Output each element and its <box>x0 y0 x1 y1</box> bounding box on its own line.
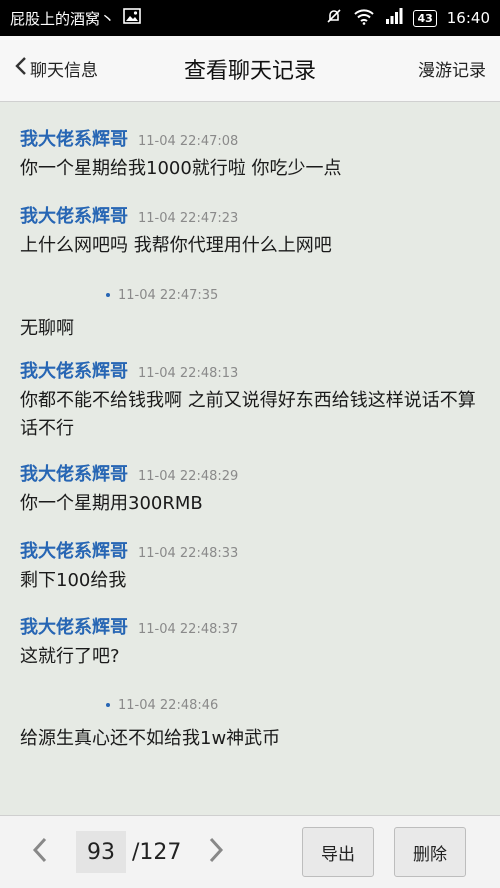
image-notification-icon <box>123 8 141 28</box>
message-text: 剩下100给我 <box>20 570 127 591</box>
notification-text: 屁股上的酒窝丶 <box>10 9 116 28</box>
message-text: 无聊啊 <box>20 318 74 339</box>
clock: 16:40 <box>446 9 490 27</box>
message-item: 我大佬系辉哥 11-04 22:48:37 这就行了吧? <box>20 613 480 671</box>
message-list[interactable]: 我大佬系辉哥 11-04 22:47:08 你一个星期给我1000就行啦 你吃少… <box>0 103 500 815</box>
message-time: 11-04 22:48:46 <box>118 697 219 713</box>
delete-button[interactable]: 删除 <box>394 827 466 877</box>
message-sender: 我大佬系辉哥 <box>20 206 128 227</box>
mute-icon <box>325 7 343 29</box>
message-time: 11-04 22:48:33 <box>138 546 239 561</box>
bottom-toolbar: /127 导出 删除 <box>0 815 500 888</box>
signal-icon <box>385 7 403 29</box>
self-marker-dot <box>106 293 110 297</box>
message-text: 给源生真心还不如给我1w神武币 <box>20 728 281 749</box>
message-text: 这就行了吧? <box>20 646 120 667</box>
message-time: 11-04 22:48:13 <box>138 366 239 381</box>
message-text: 你一个星期给我1000就行啦 你吃少一点 <box>20 158 342 179</box>
message-item: 我大佬系辉哥 11-04 22:48:29 你一个星期用300RMB <box>20 460 480 518</box>
header-bar: 聊天信息 查看聊天记录 漫游记录 <box>0 36 500 102</box>
page-number-input[interactable] <box>76 831 126 873</box>
message-time: 11-04 22:47:35 <box>118 287 219 303</box>
message-sender: 我大佬系辉哥 <box>20 617 128 638</box>
previous-page-button[interactable] <box>22 832 58 872</box>
chevron-left-icon <box>14 55 28 82</box>
message-time: 11-04 22:47:08 <box>138 134 239 149</box>
message-item-self: 11-04 22:48:46 给源生真心还不如给我1w神武币 <box>20 695 480 753</box>
message-item: 我大佬系辉哥 11-04 22:47:23 上什么网吧吗 我帮你代理用什么上网吧 <box>20 202 480 260</box>
message-item: 我大佬系辉哥 11-04 22:48:33 剩下100给我 <box>20 537 480 595</box>
message-time: 11-04 22:48:29 <box>138 469 239 484</box>
page-total: /127 <box>132 839 182 865</box>
message-text: 你一个星期用300RMB <box>20 493 203 514</box>
chevron-left-icon <box>32 836 48 868</box>
message-sender: 我大佬系辉哥 <box>20 464 128 485</box>
wifi-icon <box>353 7 375 29</box>
self-marker-dot <box>106 703 110 707</box>
back-button[interactable]: 聊天信息 <box>14 55 98 82</box>
status-bar: 屁股上的酒窝丶 43 16:40 <box>0 0 500 36</box>
message-item: 我大佬系辉哥 11-04 22:48:13 你都不能不给钱我啊 之前又说得好东西… <box>20 357 480 443</box>
next-page-button[interactable] <box>198 832 234 872</box>
message-item: 我大佬系辉哥 11-04 22:47:08 你一个星期给我1000就行啦 你吃少… <box>20 125 480 183</box>
roaming-records-button[interactable]: 漫游记录 <box>418 56 486 81</box>
back-label: 聊天信息 <box>30 61 98 81</box>
message-time: 11-04 22:48:37 <box>138 622 239 637</box>
message-time: 11-04 22:47:23 <box>138 211 239 226</box>
export-button[interactable]: 导出 <box>302 827 374 877</box>
message-sender: 我大佬系辉哥 <box>20 361 128 382</box>
message-sender: 我大佬系辉哥 <box>20 129 128 150</box>
message-item-self: 11-04 22:47:35 无聊啊 <box>20 285 480 343</box>
message-text: 上什么网吧吗 我帮你代理用什么上网吧 <box>20 235 332 256</box>
battery-indicator: 43 <box>413 9 437 27</box>
chevron-right-icon <box>208 836 224 868</box>
message-text: 你都不能不给钱我啊 之前又说得好东西给钱这样说话不算话不行 <box>20 390 476 439</box>
message-sender: 我大佬系辉哥 <box>20 541 128 562</box>
